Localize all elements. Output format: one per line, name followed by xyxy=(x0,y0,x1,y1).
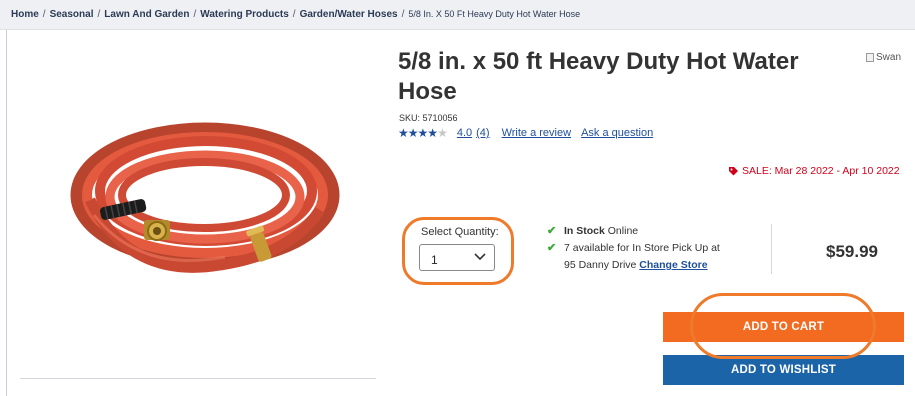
breadcrumb-current: 5/8 In. X 50 Ft Heavy Duty Hot Water Hos… xyxy=(408,9,581,19)
image-divider xyxy=(20,378,376,379)
breadcrumb-separator: / xyxy=(401,9,405,20)
write-review-link[interactable]: Write a review xyxy=(502,127,571,139)
rating-value-link[interactable]: 4.0 xyxy=(457,127,472,139)
chevron-down-icon xyxy=(474,253,486,261)
breadcrumb-separator: / xyxy=(97,9,101,20)
left-border xyxy=(6,30,7,396)
stock-info: ✔ In Stock Online ✔ 7 available for In S… xyxy=(547,224,720,272)
breadcrumb-garden-water-hoses[interactable]: Garden/Water Hoses xyxy=(300,9,398,20)
star-rating: ★★★★★ xyxy=(398,126,448,140)
brand-logo-alt: Swan xyxy=(876,52,902,63)
quantity-select[interactable]: 1 xyxy=(419,244,495,271)
stock-status: In Stock xyxy=(564,225,605,237)
stock-online-row: ✔ In Stock Online xyxy=(547,224,720,238)
store-address: 95 Danny Drive xyxy=(564,259,637,271)
star-icon: ★ xyxy=(407,126,419,140)
breadcrumb-separator: / xyxy=(42,9,46,20)
product-title: 5/8 in. x 50 ft Heavy Duty Hot Water Hos… xyxy=(398,48,799,105)
check-icon: ✔ xyxy=(547,225,557,237)
quantity-value: 1 xyxy=(431,253,438,267)
sale-banner: SALE: Mar 28 2022 - Apr 10 2022 xyxy=(728,165,900,177)
add-to-cart-button[interactable]: ADD TO CART xyxy=(663,312,904,342)
product-image xyxy=(70,122,340,273)
breadcrumb-separator: / xyxy=(292,9,296,20)
store-row: 95 Danny Drive Change Store xyxy=(547,258,720,272)
pickup-availability: 7 available for In Store Pick Up at xyxy=(564,242,720,254)
star-icon: ★ xyxy=(427,126,438,140)
breadcrumb: Home / Seasonal / Lawn And Garden / Watering P… xyxy=(0,0,915,30)
check-icon: ✔ xyxy=(547,242,557,254)
stock-channel: Online xyxy=(607,225,639,237)
stock-pickup-row: ✔ 7 available for In Store Pick Up at xyxy=(547,241,720,255)
breadcrumb-home[interactable]: Home xyxy=(11,9,39,20)
sale-dates: SALE: Mar 28 2022 - Apr 10 2022 xyxy=(742,165,900,177)
price-divider xyxy=(771,224,772,274)
change-store-link[interactable]: Change Store xyxy=(639,259,707,271)
rating-count-link[interactable]: (4) xyxy=(476,127,489,139)
tag-icon xyxy=(729,166,738,175)
star-icon: ★ xyxy=(398,126,409,140)
star-icon: ★ xyxy=(417,126,429,140)
product-price: $59.99 xyxy=(826,242,878,261)
breadcrumb-watering-products[interactable]: Watering Products xyxy=(200,9,289,20)
breadcrumb-separator: / xyxy=(193,9,197,20)
quantity-label: Select Quantity: xyxy=(421,226,499,238)
rating-row: ★★★★★ 4.0 (4) Write a review Ask a quest… xyxy=(398,126,653,140)
breadcrumb-seasonal[interactable]: Seasonal xyxy=(50,9,94,20)
star-empty-icon: ★ xyxy=(437,126,448,140)
product-sku: SKU: 5710056 xyxy=(399,113,458,123)
ask-question-link[interactable]: Ask a question xyxy=(581,127,653,139)
broken-image-icon xyxy=(866,53,874,62)
brand-logo: Swan xyxy=(866,52,901,63)
add-to-wishlist-button[interactable]: ADD TO WISHLIST xyxy=(663,355,904,385)
breadcrumb-lawn-and-garden[interactable]: Lawn And Garden xyxy=(104,9,189,20)
